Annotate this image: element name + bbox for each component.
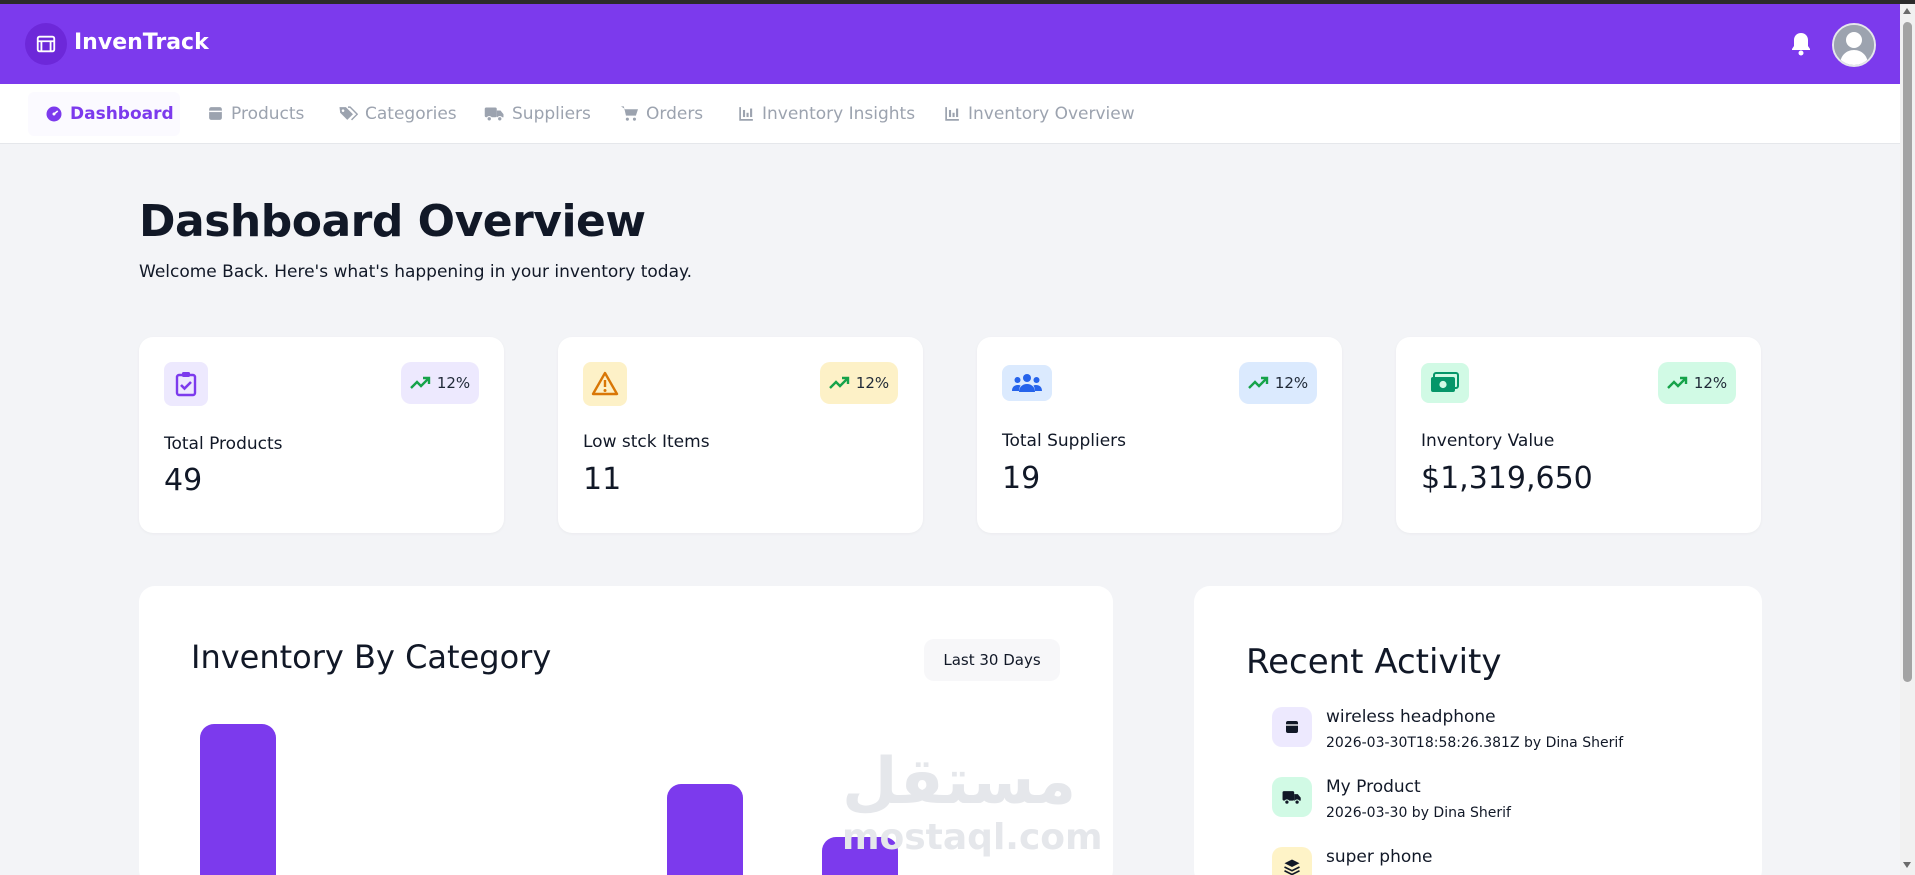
trend-value: 12%: [436, 374, 471, 392]
trend-value: 12%: [1693, 374, 1728, 392]
trend-value: 12%: [855, 374, 890, 392]
activity-item[interactable]: super phone: [1272, 847, 1732, 875]
window-top-edge: [0, 0, 1915, 4]
trend-badge: 12%: [1239, 362, 1317, 404]
activity-title: Recent Activity: [1246, 642, 1502, 682]
activity-meta: 2026-03-30T18:58:26.381Z by Dina Sherif: [1326, 735, 1624, 751]
nav-label: Inventory Insights: [762, 103, 916, 124]
activity-item[interactable]: wireless headphone 2026-03-30T18:58:26.3…: [1272, 707, 1732, 767]
nav-label: Categories: [365, 103, 457, 124]
page-title: Dashboard Overview: [139, 196, 646, 247]
box-icon: [209, 107, 222, 120]
scroll-up-arrow-icon[interactable]: [1903, 8, 1911, 14]
nav-tab-categories[interactable]: Categories: [338, 84, 457, 143]
stat-value: 19: [1002, 461, 1041, 496]
users-icon: [1002, 365, 1052, 401]
date-range-button[interactable]: Last 30 Days: [924, 639, 1060, 681]
nav-tab-products[interactable]: Products: [207, 84, 304, 143]
main-nav: Dashboard Products Categories Suppliers …: [0, 84, 1900, 144]
recent-activity-panel: Recent Activity wireless headphone 2026-…: [1194, 586, 1762, 875]
brand-name[interactable]: InvenTrack: [74, 30, 209, 55]
stat-card-low-stock: 12% Low stck Items 11: [558, 337, 923, 533]
top-header: InvenTrack: [0, 4, 1900, 84]
warning-icon: [583, 362, 627, 406]
stat-label: Total Suppliers: [1002, 431, 1127, 451]
activity-name: super phone: [1326, 847, 1433, 867]
scroll-down-arrow-icon[interactable]: [1903, 862, 1911, 868]
chart-icon: [739, 107, 753, 121]
activity-meta: 2026-03-30 by Dina Sherif: [1326, 805, 1511, 821]
stat-label: Total Products: [164, 434, 283, 454]
page-subtitle: Welcome Back. Here's what's happening in…: [139, 262, 693, 282]
nav-label: Inventory Overview: [968, 103, 1135, 124]
stat-label: Low stck Items: [583, 432, 710, 452]
trend-up-icon: [1247, 376, 1269, 389]
stat-card-total-products: 12% Total Products 49: [139, 337, 504, 533]
truck-icon: [1272, 777, 1312, 817]
nav-label: Products: [231, 103, 305, 124]
trend-badge: 12%: [1658, 362, 1736, 404]
stat-value: 49: [164, 463, 203, 498]
stat-value: 11: [583, 462, 622, 497]
money-icon: [1421, 363, 1469, 403]
chart-bar[interactable]: [822, 837, 898, 875]
store-icon[interactable]: [25, 23, 67, 65]
activity-name: My Product: [1326, 777, 1421, 797]
stat-card-total-suppliers: 12% Total Suppliers 19: [977, 337, 1342, 533]
trend-up-icon: [409, 376, 431, 389]
trend-badge: 12%: [820, 362, 898, 404]
trend-value: 12%: [1274, 374, 1309, 392]
activity-item[interactable]: My Product 2026-03-30 by Dina Sherif: [1272, 777, 1732, 837]
clipboard-check-icon: [164, 362, 208, 406]
user-avatar-icon[interactable]: [1832, 23, 1876, 67]
stat-value: $1,319,650: [1421, 461, 1593, 496]
box-icon: [1272, 707, 1312, 747]
nav-tab-orders[interactable]: Orders: [620, 84, 703, 143]
nav-label: Orders: [646, 103, 704, 124]
stat-card-inventory-value: 12% Inventory Value $1,319,650: [1396, 337, 1761, 533]
scrollbar-thumb[interactable]: [1903, 22, 1912, 682]
nav-tab-dashboard[interactable]: Dashboard: [45, 84, 174, 143]
chart-bar[interactable]: [200, 724, 276, 875]
chart-title: Inventory By Category: [191, 638, 552, 676]
nav-label: Dashboard: [70, 103, 174, 124]
gauge-icon: [46, 106, 62, 121]
cart-icon: [621, 106, 638, 121]
app-root: InvenTrack Dashboard Products Categories…: [0, 0, 1900, 875]
layers-icon: [1272, 847, 1312, 875]
activity-name: wireless headphone: [1326, 707, 1496, 727]
nav-tab-suppliers[interactable]: Suppliers: [484, 84, 591, 143]
trend-up-icon: [1666, 376, 1688, 389]
page-scrollbar[interactable]: [1900, 4, 1915, 875]
stat-label: Inventory Value: [1421, 431, 1555, 451]
truck-icon: [484, 107, 504, 122]
inventory-by-category-panel: Inventory By Category Last 30 Days: [139, 586, 1113, 875]
nav-label: Suppliers: [512, 103, 591, 124]
nav-tab-inventory-insights[interactable]: Inventory Insights: [738, 84, 915, 143]
tags-icon: [339, 106, 358, 121]
chart-bar[interactable]: [666, 784, 743, 875]
bell-icon[interactable]: [1789, 31, 1815, 59]
chart-icon: [945, 107, 959, 121]
nav-tab-inventory-overview[interactable]: Inventory Overview: [944, 84, 1135, 143]
trend-up-icon: [828, 376, 850, 389]
trend-badge: 12%: [401, 362, 479, 404]
